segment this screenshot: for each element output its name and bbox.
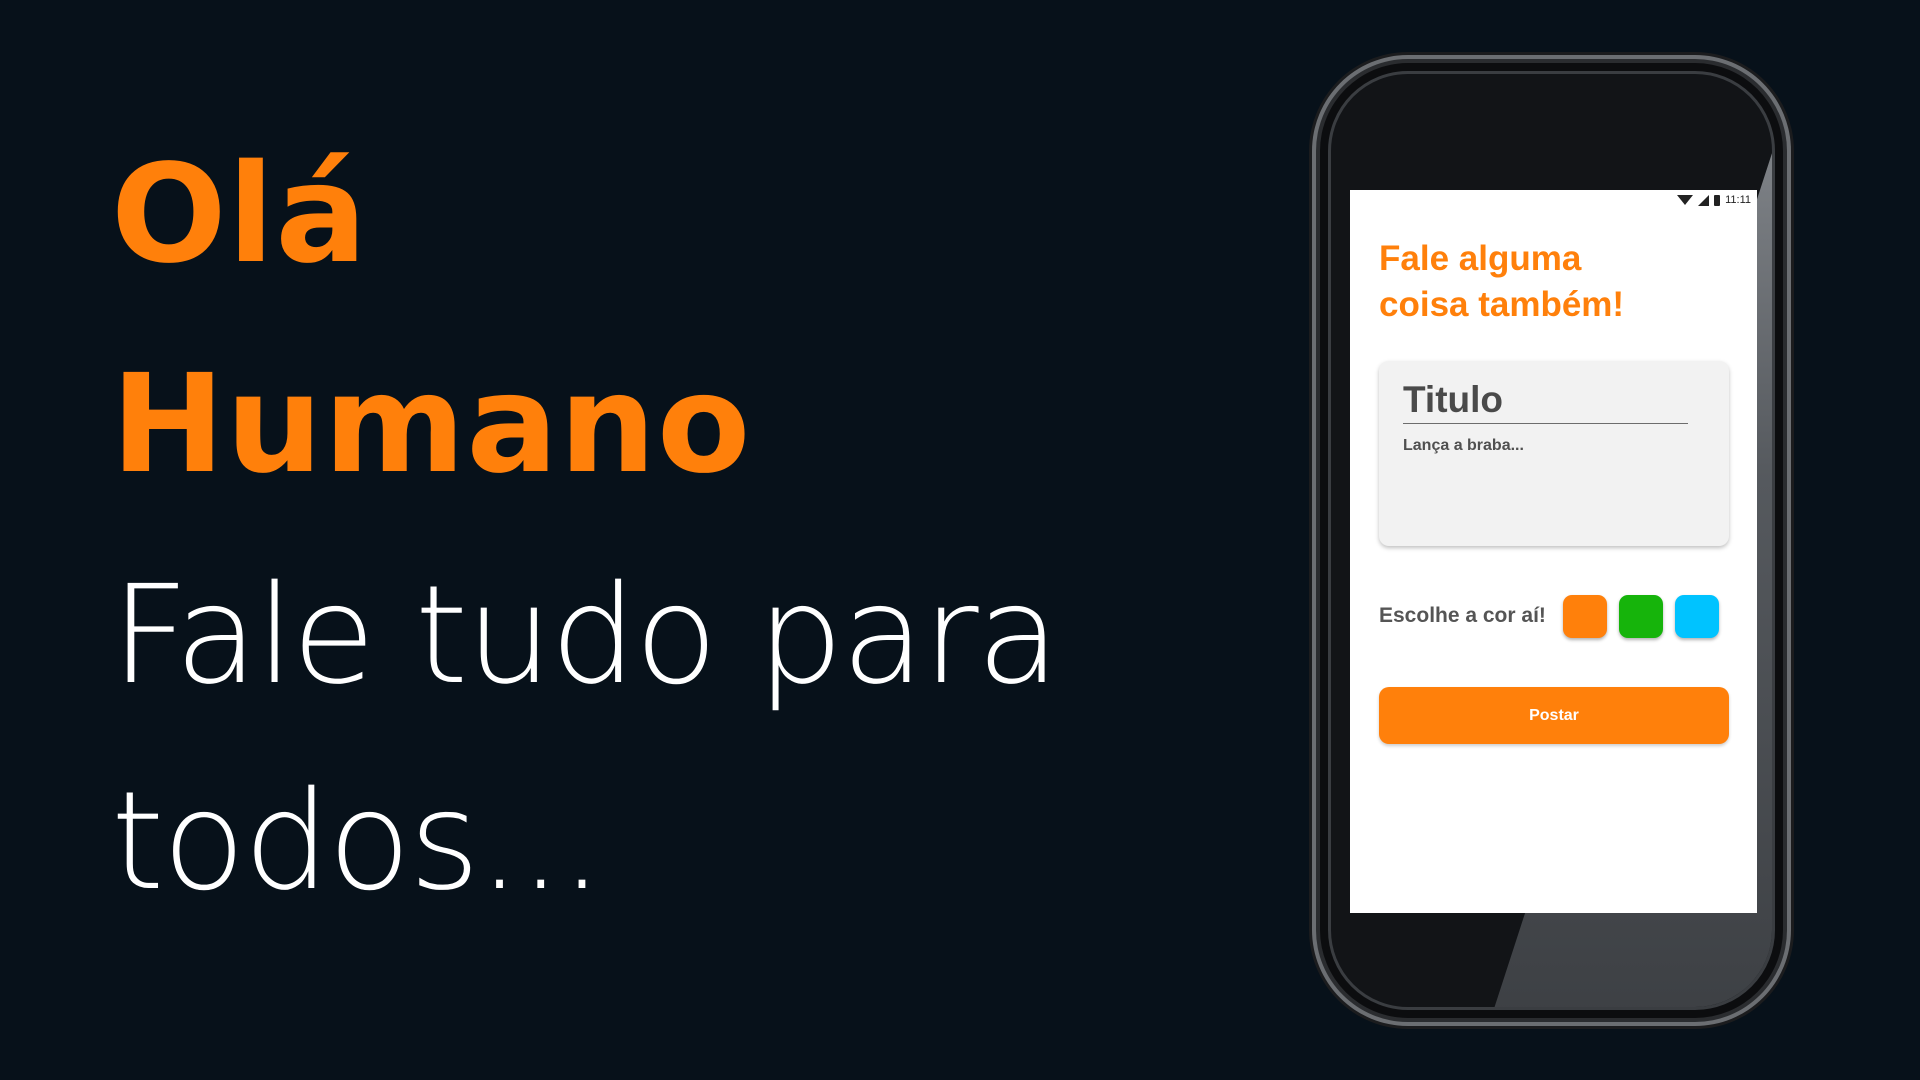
screen-title: Fale alguma coisa também!: [1379, 236, 1739, 328]
screen-title-line-1: Fale alguma: [1379, 239, 1582, 278]
hero-title-line-2: Humano: [111, 346, 752, 504]
color-swatch-blue[interactable]: [1674, 594, 1719, 638]
hero-section: Olá Humano Fale tudo para todos...: [111, 110, 1111, 942]
signal-icon: [1698, 194, 1710, 206]
body-input[interactable]: [1403, 437, 1703, 527]
color-picker-row: Escolhe a cor aí!: [1379, 594, 1731, 638]
status-bar: 11:11: [1677, 193, 1751, 207]
title-input[interactable]: [1403, 377, 1688, 424]
post-button[interactable]: Postar: [1379, 687, 1729, 744]
screen-title-line-2: coisa também!: [1379, 285, 1625, 324]
phone-mockup: 11:11 Fale alguma coisa também! Escolhe …: [1320, 63, 1783, 1018]
wifi-icon: [1677, 195, 1694, 205]
post-card: [1379, 361, 1729, 546]
color-label: Escolhe a cor aí!: [1379, 604, 1546, 627]
color-swatch-green[interactable]: [1618, 594, 1663, 638]
hero-subtitle-line-1: Fale tudo para: [111, 557, 1060, 715]
canvas: Olá Humano Fale tudo para todos... 11:11…: [0, 0, 1920, 1080]
hero-title-line-1: Olá: [111, 136, 369, 294]
color-swatch-orange[interactable]: [1562, 594, 1607, 638]
battery-icon: [1714, 194, 1721, 206]
status-time: 11:11: [1725, 194, 1751, 206]
hero-subtitle-line-2: todos...: [111, 763, 604, 921]
phone-screen: 11:11 Fale alguma coisa também! Escolhe …: [1350, 190, 1757, 913]
